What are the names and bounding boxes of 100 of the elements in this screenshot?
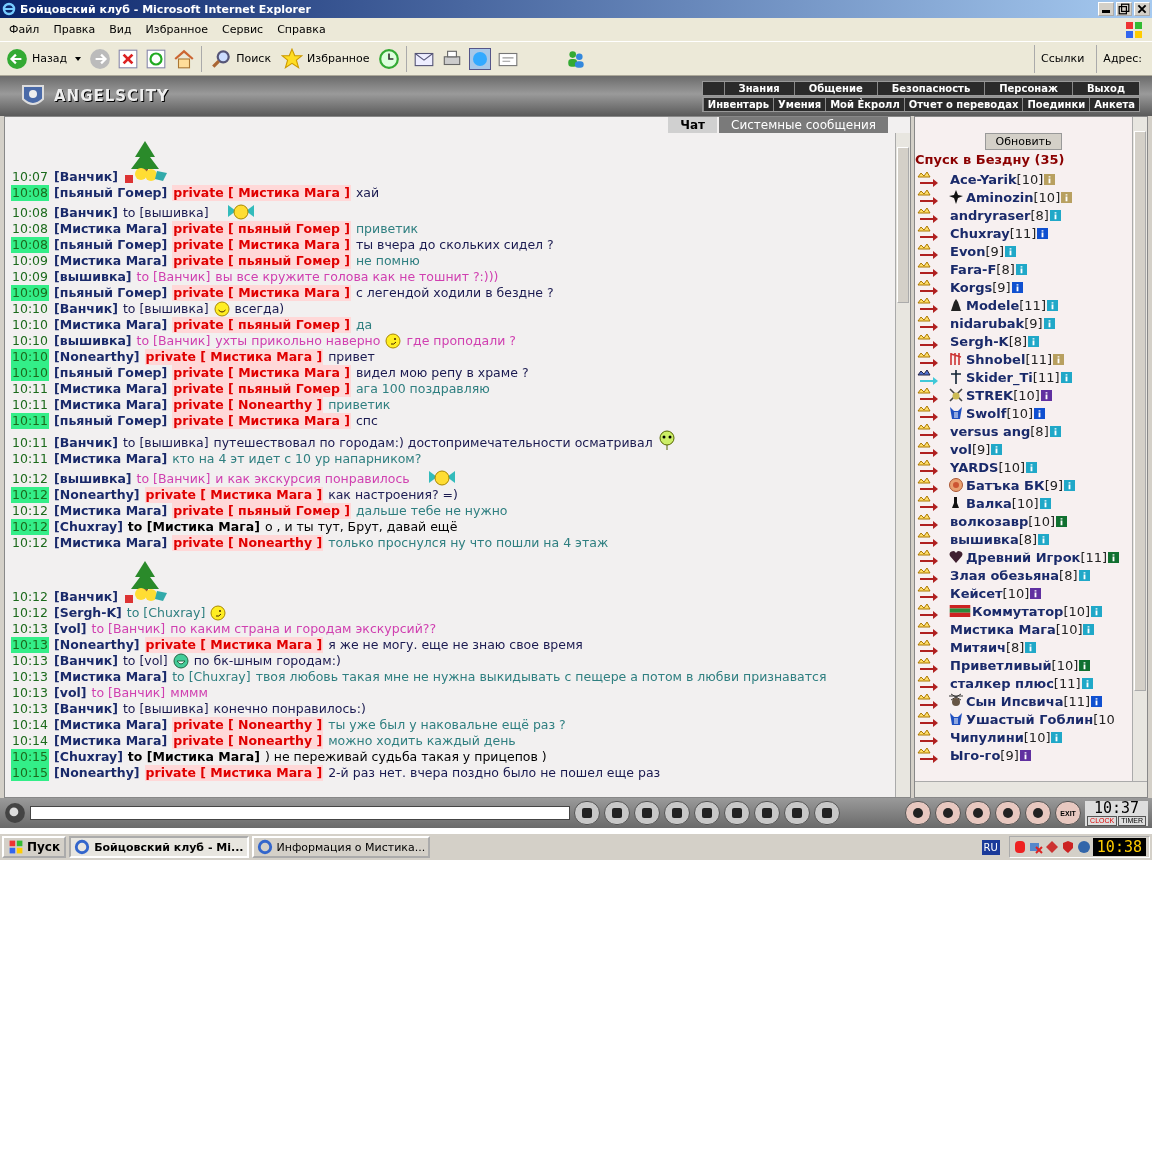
message-sender[interactable]: [Nonearthy] (54, 765, 140, 781)
crown-arrow-icon[interactable] (916, 243, 940, 259)
save-button[interactable] (664, 801, 690, 825)
crown-arrow-icon[interactable] (916, 441, 940, 457)
info-icon[interactable] (1011, 281, 1023, 293)
nav-link[interactable]: Персонаж (984, 81, 1072, 95)
message-sender[interactable]: [Мистика Мага] (54, 733, 168, 749)
smiley-button[interactable] (784, 801, 810, 825)
message-sender[interactable]: [Ванчик] (54, 701, 118, 717)
crown-arrow-icon[interactable] (916, 459, 940, 475)
user-name[interactable]: vol (950, 441, 972, 457)
message-sender[interactable]: [Мистика Мага] (54, 451, 168, 467)
scroll-button[interactable] (935, 801, 962, 825)
private-recipient[interactable]: private [ пьяный Гомер ] (172, 503, 351, 519)
message-sender[interactable]: [вышивка] (54, 269, 132, 285)
private-recipient[interactable]: private [ Мистика Мага ] (172, 237, 351, 253)
crown-arrow-icon[interactable] (916, 657, 940, 673)
user-name[interactable]: Modele (966, 297, 1020, 313)
message-recipient[interactable]: to [вышивка] (122, 701, 209, 717)
crown-arrow-icon[interactable] (916, 531, 940, 547)
nav-link[interactable]: Умения (773, 97, 826, 111)
crown-arrow-icon[interactable] (916, 333, 940, 349)
user-name[interactable]: Sergh-K (950, 333, 1009, 349)
links-label[interactable]: Ссылки (1034, 44, 1091, 73)
helmet-button[interactable] (814, 801, 840, 825)
info-icon[interactable] (1056, 515, 1067, 527)
nav-link[interactable]: Анкета (1089, 97, 1139, 111)
user-name[interactable]: Валка (966, 495, 1012, 511)
crown-arrow-icon[interactable] (916, 225, 940, 241)
user-name[interactable]: Сын Ипсвича (966, 693, 1064, 709)
menu-item[interactable]: Сервис (215, 23, 271, 36)
message-sender[interactable]: [Мистика Мага] (54, 221, 168, 237)
user-name[interactable]: versus ang (950, 423, 1031, 439)
message-sender[interactable]: [Nonearthy] (54, 349, 140, 365)
nav-link[interactable]: Мой Ѐкролл (825, 97, 904, 111)
mask-button[interactable] (965, 801, 992, 825)
home-icon[interactable] (173, 47, 196, 70)
user-name[interactable]: Shnobel (966, 351, 1026, 367)
crown-arrow-icon[interactable] (916, 729, 940, 745)
info-icon[interactable] (1037, 227, 1049, 239)
message-recipient[interactable]: to [вышивка] (122, 205, 209, 221)
message-sender[interactable]: [Ванчик] (54, 589, 118, 605)
user-name[interactable]: STREK (966, 387, 1014, 403)
menu-item[interactable]: Файл (2, 23, 47, 36)
user-name[interactable]: Мистика Мага (950, 621, 1056, 637)
crown-arrow-icon[interactable] (916, 549, 940, 565)
crown-arrow-icon[interactable] (916, 207, 940, 223)
crown-arrow-icon[interactable] (916, 171, 940, 187)
crown-arrow-icon[interactable] (916, 567, 940, 583)
diamond-icon[interactable] (1044, 840, 1059, 854)
crown-arrow-icon[interactable] (916, 639, 940, 655)
crown-arrow-icon[interactable] (916, 297, 940, 313)
taskbar-button[interactable]: Информация о Мистика... (251, 836, 431, 858)
info-icon[interactable] (1030, 587, 1042, 599)
info-icon[interactable] (1034, 407, 1046, 419)
message-sender[interactable]: [пьяный Гомер] (54, 365, 168, 381)
message-sender[interactable]: [Ванчик] (54, 435, 118, 451)
message-sender[interactable]: [Sergh-K] (54, 605, 122, 621)
chat-tab[interactable]: Чат (668, 117, 718, 133)
private-recipient[interactable]: private [ Мистика Мага ] (144, 349, 324, 365)
crown-arrow-icon[interactable] (916, 189, 940, 205)
crown-arrow-icon[interactable] (916, 693, 940, 709)
crown-arrow-icon[interactable] (916, 675, 940, 691)
nav-link[interactable]: Общение (793, 81, 877, 95)
message-recipient[interactable]: to [Ванчик] (91, 621, 166, 637)
enter-button[interactable] (574, 801, 600, 825)
refresh-button[interactable]: Обновить (984, 133, 1063, 150)
message-sender[interactable]: [пьяный Гомер] (54, 237, 168, 253)
user-name[interactable]: Митяич (950, 639, 1006, 655)
restore-button[interactable] (1116, 2, 1132, 16)
message-sender[interactable]: [Мистика Мага] (54, 397, 168, 413)
crown-arrow-icon[interactable] (916, 711, 940, 727)
taskbar-button[interactable]: Бойцовский клуб - Mi... (69, 836, 249, 858)
user-name[interactable]: Чипулини (950, 729, 1024, 745)
user-name[interactable]: YARDS (950, 459, 999, 475)
message-sender[interactable]: [вышивка] (54, 471, 132, 487)
user-name[interactable]: Батъка БК (966, 477, 1045, 493)
user-name[interactable]: Древний Игрок (966, 549, 1081, 565)
message-sender[interactable]: [Мистика Мага] (54, 317, 168, 333)
crown-arrow-icon[interactable] (916, 477, 940, 493)
crown-arrow-icon[interactable] (916, 621, 940, 637)
user-name[interactable]: Ыго-го (950, 747, 1001, 763)
crown-arrow-icon[interactable] (916, 279, 940, 295)
crown-arrow-icon[interactable] (916, 495, 940, 511)
user-name[interactable]: Злая обезьяна (950, 567, 1060, 583)
message-recipient[interactable]: to [Мистика Мага] (127, 749, 260, 765)
menu-item[interactable]: Избранное (138, 23, 216, 36)
nav-link[interactable]: Поединки (1022, 97, 1090, 111)
sound-button[interactable] (754, 801, 780, 825)
user-name[interactable]: вышивка (950, 531, 1019, 547)
nav-link[interactable]: Отчет о переводах (903, 97, 1023, 111)
message-sender[interactable]: [пьяный Гомер] (54, 413, 168, 429)
back-button[interactable]: Назад (4, 47, 84, 70)
private-recipient[interactable]: private [ Мистика Мага ] (172, 185, 351, 201)
message-sender[interactable]: [Ванчик] (54, 205, 118, 221)
message-sender[interactable]: [пьяный Гомер] (54, 285, 168, 301)
message-sender[interactable]: [Nonearthy] (54, 487, 140, 503)
shield-icon[interactable] (1012, 840, 1027, 854)
user-name[interactable]: Skider_Ti (966, 369, 1033, 385)
message-sender[interactable]: [Ванчик] (54, 653, 118, 669)
